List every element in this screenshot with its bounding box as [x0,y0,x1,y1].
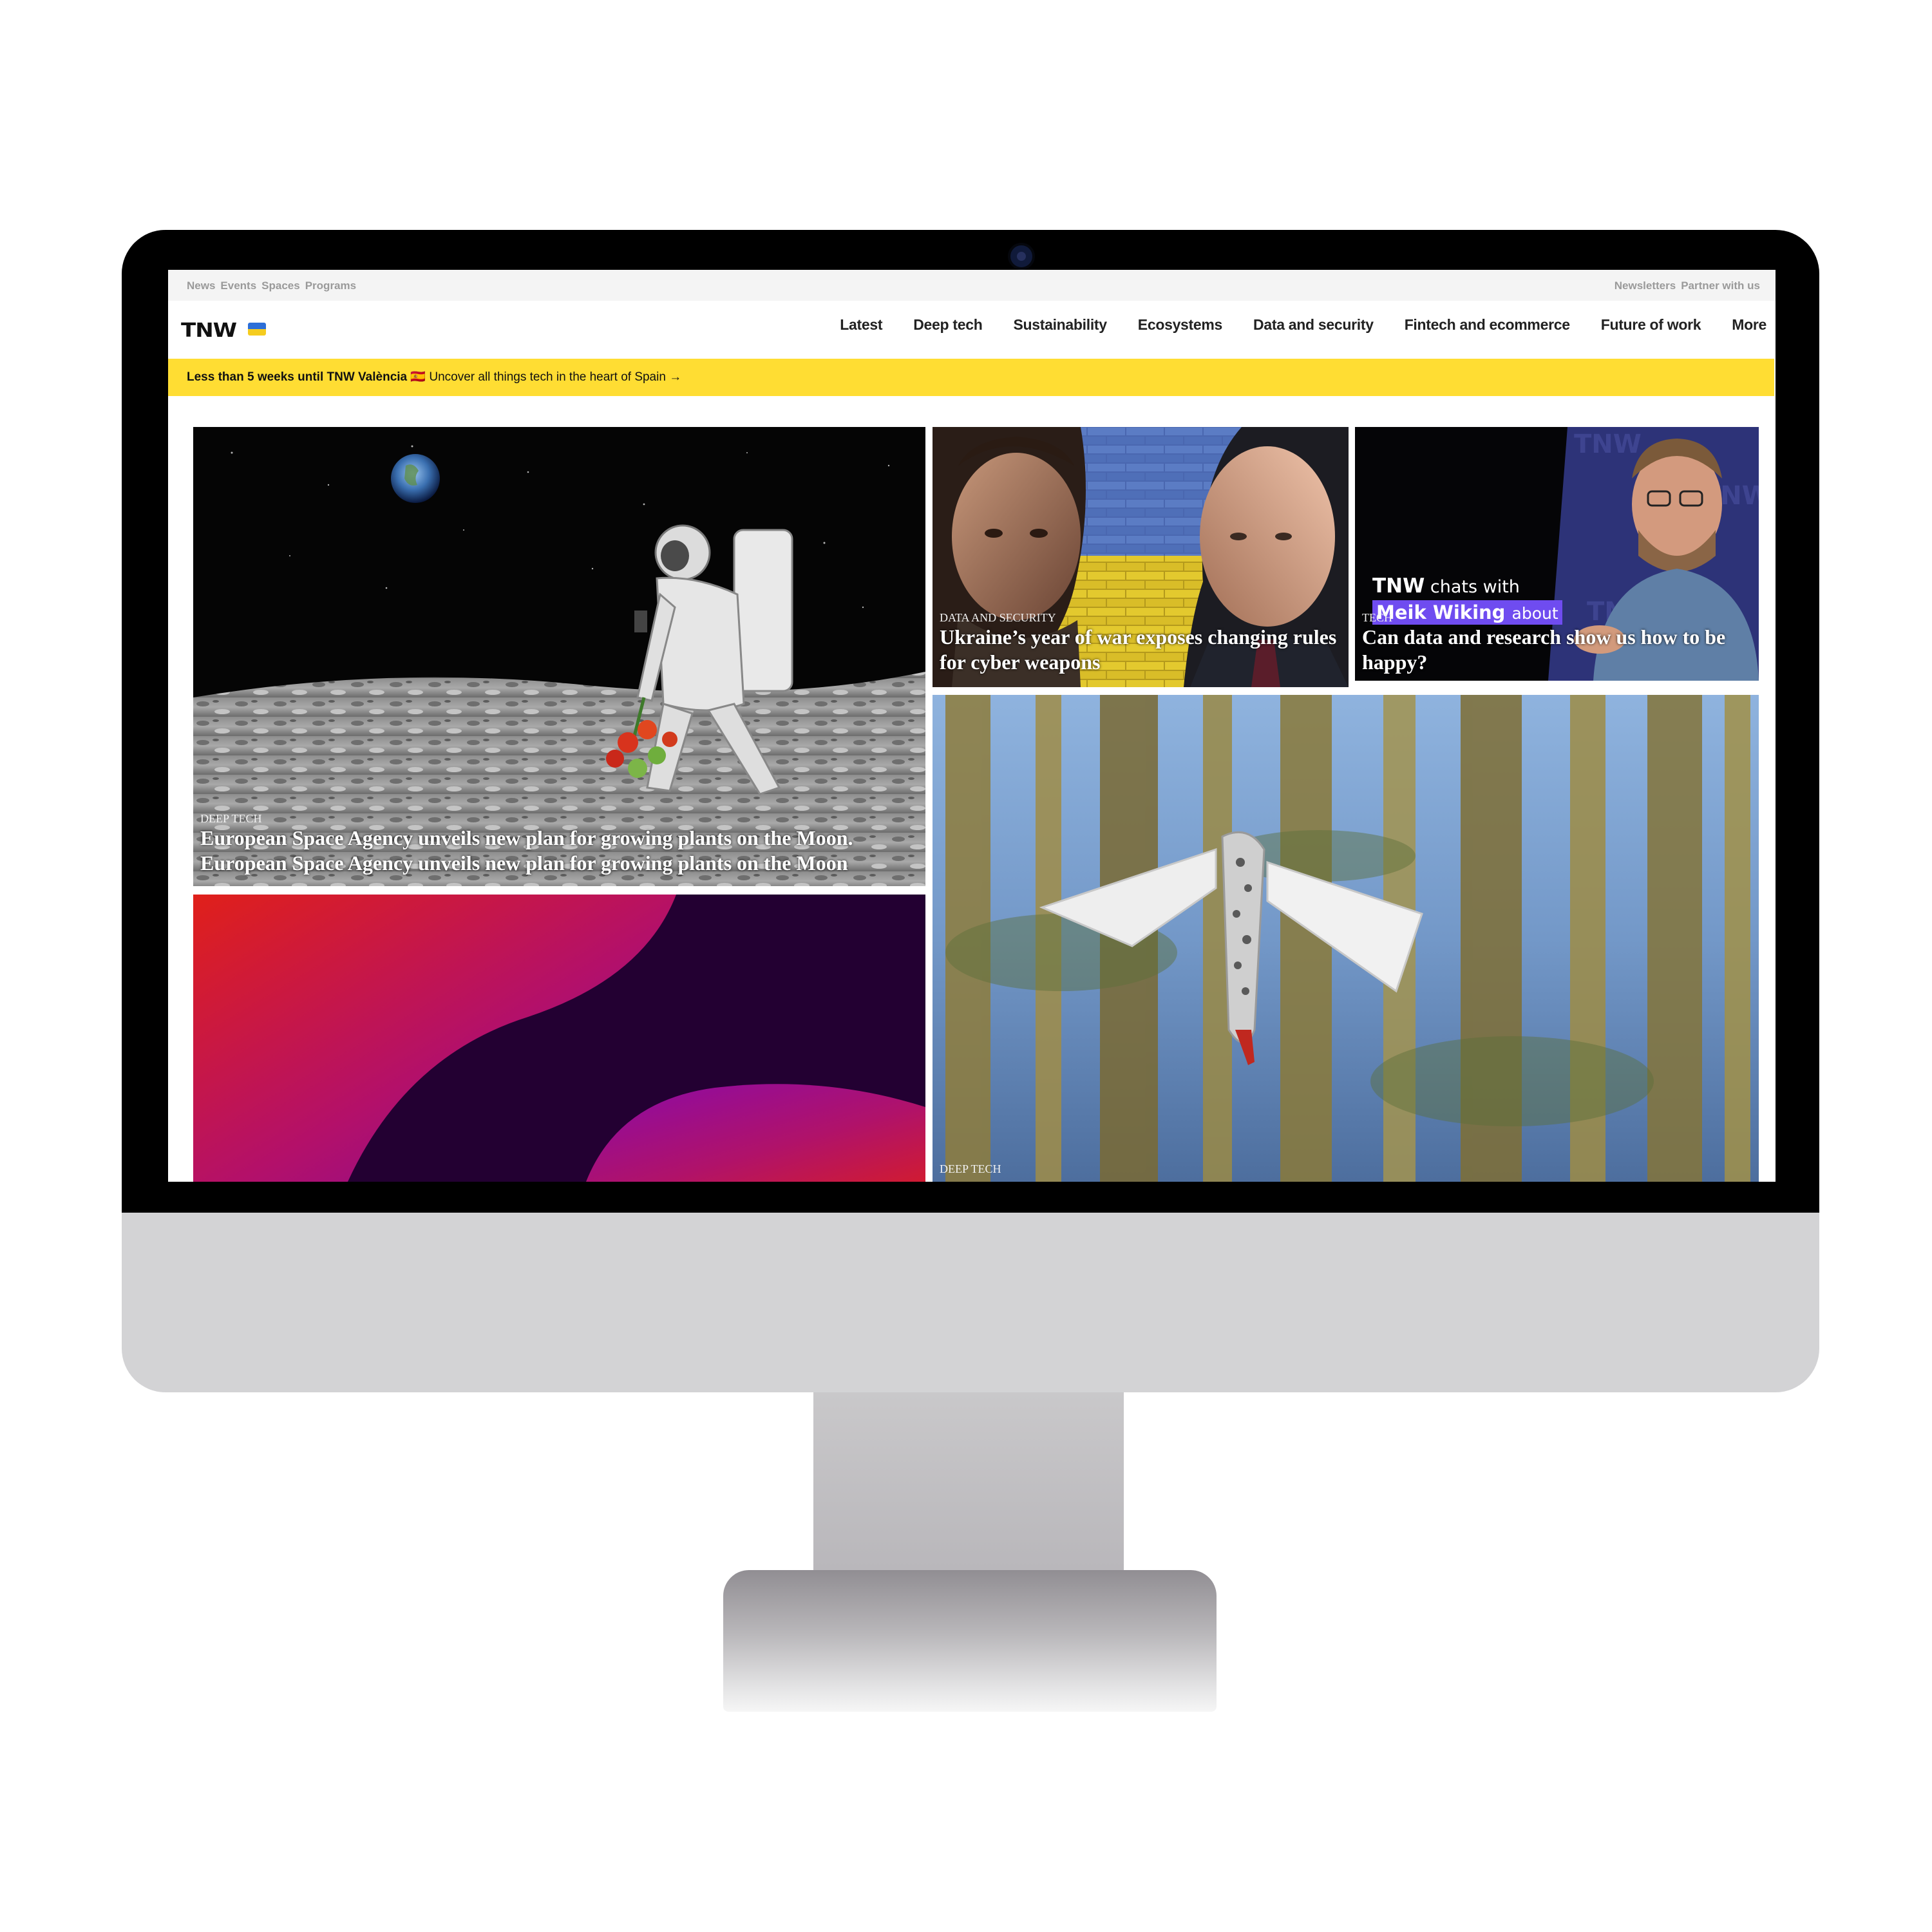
article-category: DEEP TECH [200,812,262,825]
overlay-brand: TNW [1372,574,1425,598]
nav-item-sustainability[interactable]: Sustainability [1013,316,1107,334]
site-logo[interactable]: TNW [181,319,237,342]
main-header: TNW Latest Deep tech Sustainability Ecos… [168,301,1776,359]
nav-item-latest[interactable]: Latest [840,316,882,334]
topbar-link-newsletters[interactable]: Newsletters [1615,279,1676,292]
article-category: TECH [1362,611,1392,624]
main-nav: Latest Deep tech Sustainability Ecosyste… [840,316,1766,334]
banner-bold-text: Less than 5 weeks until TNW València [187,370,408,384]
nav-item-ecosystems[interactable]: Ecosystems [1138,316,1223,334]
article-category: DATA AND SECURITY [940,611,1056,624]
topbar-link-events[interactable]: Events [220,279,256,292]
topbar-link-programs[interactable]: Programs [305,279,356,292]
article-title[interactable]: Can data and research show us how to be … [1362,625,1748,675]
abstract-gradient-image [193,895,925,1182]
webcam-icon [1008,243,1035,270]
promo-banner[interactable]: Less than 5 weeks until TNW València 🇪🇸 … [168,359,1774,396]
nav-item-future-of-work[interactable]: Future of work [1601,316,1701,334]
nav-item-more[interactable]: More [1732,316,1766,334]
article-title-duplicate: European Space Agency unveils new plan f… [200,851,848,875]
overlay-chats-with: chats with [1430,577,1520,597]
nav-item-fintech[interactable]: Fintech and ecommerce [1405,316,1570,334]
svg-text:TNW: TNW [1574,430,1642,459]
article-card-ukraine-cyber[interactable]: DATA AND SECURITY Ukraine’s year of war … [933,427,1349,687]
article-card-bat-drone[interactable]: DEEP TECH [933,695,1759,1182]
nav-item-deep-tech[interactable]: Deep tech [913,316,983,334]
topbar-link-news[interactable]: News [187,279,215,292]
topbar-link-partner[interactable]: Partner with us [1681,279,1760,292]
article-card-happiness[interactable]: TNW TNW TNW TNW chats with Meik Wiking a… [1355,427,1759,681]
article-title[interactable]: Ukraine’s year of war exposes changing r… [940,625,1345,675]
article-title[interactable]: European Space Agency unveils new plan f… [200,826,853,851]
bat-drone-image [933,695,1759,1182]
monitor-stand-neck [813,1392,1124,1579]
monitor-stand-base [723,1570,1217,1712]
nav-item-data-security[interactable]: Data and security [1253,316,1374,334]
topbar-left-links: News Events Spaces Programs [187,279,356,292]
spain-flag-icon: 🇪🇸 [410,370,426,384]
article-card-moon-plants[interactable]: DEEP TECH European Space Agency unveils … [193,427,925,886]
article-category: DEEP TECH [940,1162,1001,1175]
topbar-link-spaces[interactable]: Spaces [261,279,300,292]
top-utility-bar: News Events Spaces Programs Newsletters … [168,270,1776,301]
article-card-abstract-image[interactable] [193,895,925,1182]
browser-screen: News Events Spaces Programs Newsletters … [168,270,1776,1182]
ukraine-flag-icon [248,323,266,336]
banner-text: Uncover all things tech in the heart of … [429,370,682,384]
topbar-right-links: Newsletters Partner with us [1615,279,1760,292]
